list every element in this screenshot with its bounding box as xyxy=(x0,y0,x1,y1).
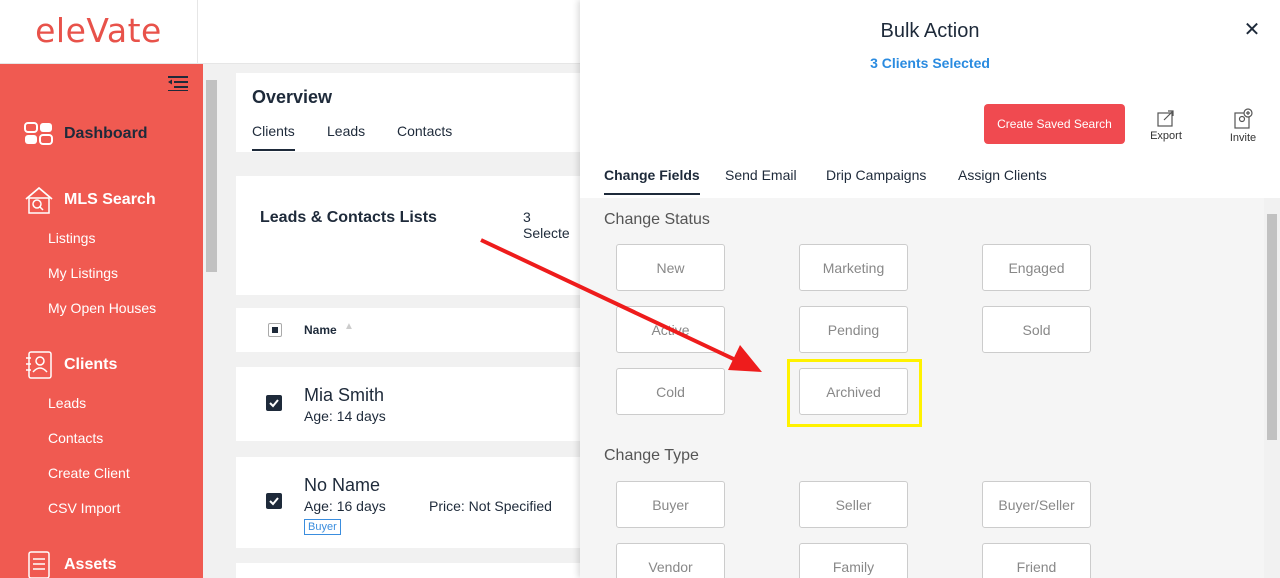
sidebar-label-dashboard: Dashboard xyxy=(64,125,148,142)
client-name[interactable]: Mia Smith xyxy=(304,385,384,406)
sidebar-scroll-thumb[interactable] xyxy=(206,80,217,272)
type-family-button[interactable]: Family xyxy=(799,543,908,578)
tab-change-fields[interactable]: Change Fields xyxy=(604,167,700,195)
table-row[interactable]: Mia Smith Age: 14 days xyxy=(236,367,580,441)
type-buyer-button[interactable]: Buyer xyxy=(616,481,725,528)
tab-clients[interactable]: Clients xyxy=(252,123,295,151)
lists-title: Leads & Contacts Lists xyxy=(260,209,437,226)
change-fields-body: Change Status New Marketing Engaged Acti… xyxy=(580,198,1264,578)
tab-assign-clients[interactable]: Assign Clients xyxy=(958,167,1047,183)
sidebar-link-leads[interactable]: Leads xyxy=(48,395,86,411)
assets-icon xyxy=(28,551,50,578)
check-icon xyxy=(269,497,279,506)
panel-scroll-thumb[interactable] xyxy=(1267,214,1277,440)
status-cold-button[interactable]: Cold xyxy=(616,368,725,415)
client-name[interactable]: No Name xyxy=(304,475,380,496)
invite-label: Invite xyxy=(1229,132,1257,144)
panel-scrollbar[interactable] xyxy=(1264,198,1280,578)
table-header: Name ▲ xyxy=(236,308,580,352)
sidebar-label-mls-search: MLS Search xyxy=(64,191,156,208)
invite-button[interactable]: Invite xyxy=(1223,108,1263,144)
tab-send-email[interactable]: Send Email xyxy=(725,167,797,183)
row-checkbox[interactable] xyxy=(266,395,282,411)
export-label: Export xyxy=(1150,130,1182,142)
sidebar-link-create-client[interactable]: Create Client xyxy=(48,465,130,481)
client-card-icon xyxy=(26,351,52,379)
row-checkbox[interactable] xyxy=(266,493,282,509)
sidebar: Dashboard MLS Search Listings My Listing… xyxy=(0,64,203,578)
sidebar-item-dashboard[interactable]: Dashboard xyxy=(24,119,148,149)
status-engaged-button[interactable]: Engaged xyxy=(982,244,1091,291)
overview-card: Overview Clients Leads Contacts xyxy=(236,73,580,152)
type-seller-button[interactable]: Seller xyxy=(799,481,908,528)
sidebar-label-clients: Clients xyxy=(64,356,118,373)
change-type-label: Change Type xyxy=(604,447,699,464)
elevate-logo: eleVate xyxy=(35,10,162,50)
status-active-button[interactable]: Active xyxy=(616,306,725,353)
type-buyer-seller-button[interactable]: Buyer/Seller xyxy=(982,481,1091,528)
invite-icon xyxy=(1234,108,1253,129)
export-button[interactable]: Export xyxy=(1146,108,1186,142)
export-icon xyxy=(1157,110,1174,127)
tab-leads[interactable]: Leads xyxy=(327,123,365,139)
house-search-icon xyxy=(25,186,53,214)
dashboard-icon xyxy=(24,122,53,145)
logo-container[interactable]: eleVate xyxy=(0,0,198,64)
client-age: Age: 16 days xyxy=(304,498,386,514)
client-price: Price: Not Specified xyxy=(429,498,552,514)
sidebar-link-open-houses[interactable]: My Open Houses xyxy=(48,300,156,316)
client-type-badge: Buyer xyxy=(304,519,341,535)
sidebar-link-my-listings[interactable]: My Listings xyxy=(48,265,118,281)
lists-card: Leads & Contacts Lists 3 Selecte xyxy=(236,176,580,295)
sidebar-item-clients[interactable]: Clients xyxy=(24,350,117,380)
status-new-button[interactable]: New xyxy=(616,244,725,291)
table-row[interactable] xyxy=(236,563,580,578)
client-age: Age: 14 days xyxy=(304,408,386,424)
clients-selected-count: 3 Clients Selected xyxy=(870,55,990,71)
status-sold-button[interactable]: Sold xyxy=(982,306,1091,353)
table-row[interactable]: No Name Age: 16 days Price: Not Specifie… xyxy=(236,457,580,548)
page-title: Overview xyxy=(252,87,333,107)
type-friend-button[interactable]: Friend xyxy=(982,543,1091,578)
select-all-checkbox[interactable] xyxy=(268,323,282,337)
bulk-action-panel: Bulk Action 3 Clients Selected ✕ Create … xyxy=(580,0,1280,578)
sidebar-link-csv-import[interactable]: CSV Import xyxy=(48,500,120,516)
sidebar-item-mls-search[interactable]: MLS Search xyxy=(24,185,156,215)
sort-icon[interactable]: ▲ xyxy=(344,321,354,332)
sidebar-scrollbar[interactable] xyxy=(203,64,220,578)
panel-title: Bulk Action xyxy=(880,20,980,42)
close-icon[interactable]: ✕ xyxy=(1242,20,1262,40)
name-column-header[interactable]: Name xyxy=(304,323,337,337)
check-icon xyxy=(269,399,279,408)
collapse-menu-icon[interactable] xyxy=(168,75,188,91)
sidebar-label-assets: Assets xyxy=(64,556,117,573)
highlight-box xyxy=(787,359,922,427)
change-status-label: Change Status xyxy=(604,211,710,228)
type-vendor-button[interactable]: Vendor xyxy=(616,543,725,578)
tab-contacts[interactable]: Contacts xyxy=(397,123,452,139)
create-saved-search-button[interactable]: Create Saved Search xyxy=(984,104,1125,144)
tab-drip-campaigns[interactable]: Drip Campaigns xyxy=(826,167,926,183)
status-pending-button[interactable]: Pending xyxy=(799,306,908,353)
sidebar-item-assets[interactable]: Assets xyxy=(24,550,116,578)
sidebar-link-contacts[interactable]: Contacts xyxy=(48,430,103,446)
sidebar-link-listings[interactable]: Listings xyxy=(48,230,95,246)
selected-count: 3 Selecte xyxy=(523,209,570,241)
status-marketing-button[interactable]: Marketing xyxy=(799,244,908,291)
